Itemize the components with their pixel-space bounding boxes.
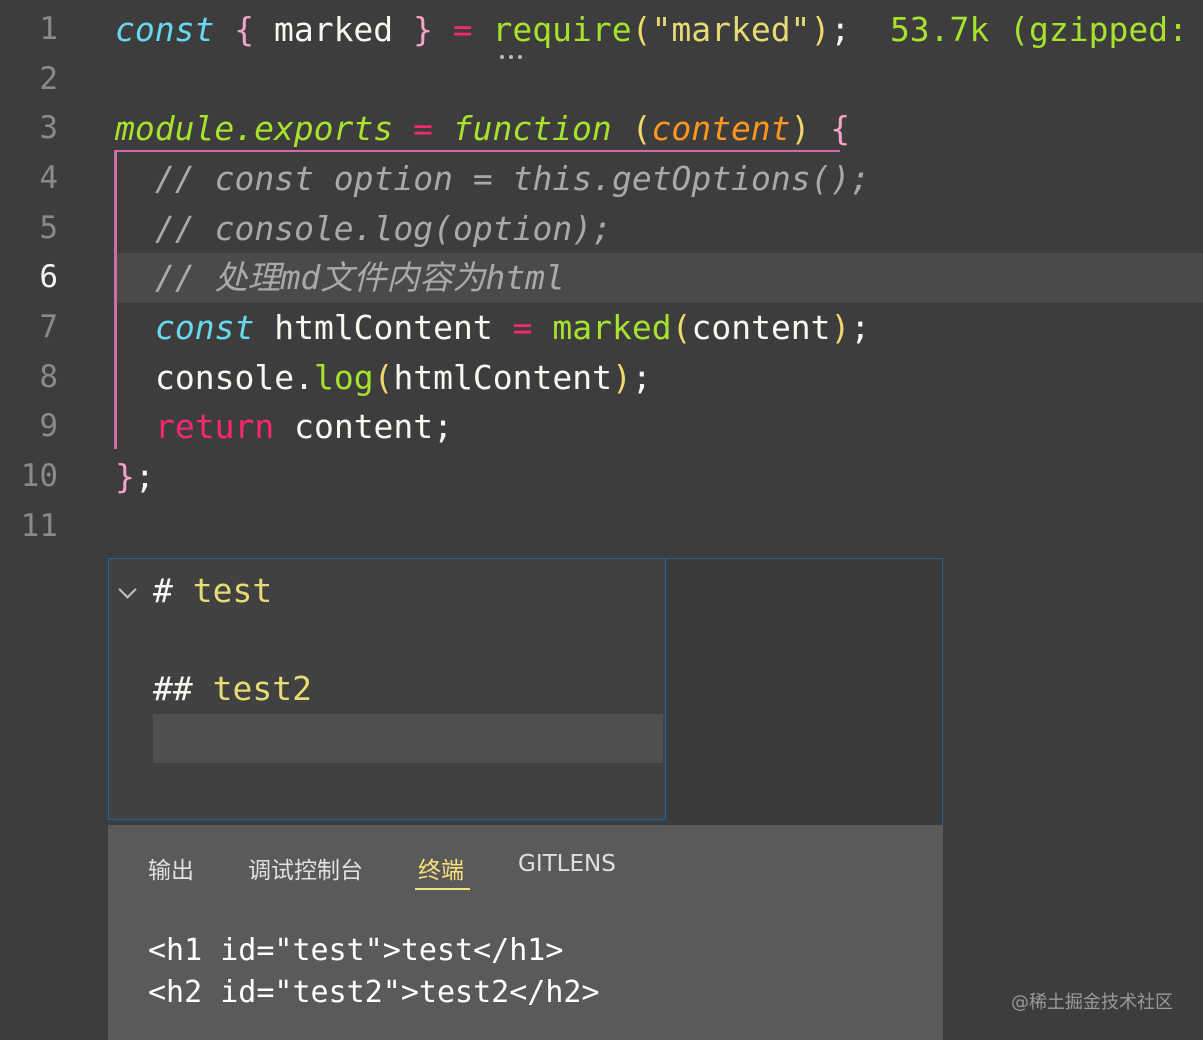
operator-equals: = [512, 308, 553, 347]
return-value: content; [274, 407, 454, 446]
operator-equals: = [393, 109, 453, 148]
method-log: log [313, 358, 374, 397]
markdown-hash: ## [153, 669, 213, 708]
paren-close: ) [790, 109, 811, 148]
line-number: 11 [20, 508, 58, 544]
markdown-current-line[interactable] [153, 714, 663, 763]
code-text: }; [115, 456, 155, 498]
open-brace: { [234, 10, 255, 49]
markdown-hash: # [153, 571, 193, 610]
code-text: const htmlContent = marked(content); [155, 307, 870, 349]
string-marked: "marked" [651, 10, 811, 49]
close-brace: } [413, 10, 433, 49]
line-number: 9 [39, 408, 58, 444]
markdown-h2-line[interactable]: ## test2 [153, 669, 312, 708]
param-content: content [651, 109, 791, 148]
tab-gitlens[interactable]: GITLENS [518, 851, 616, 877]
code-line-7[interactable]: 7 const htmlContent = marked(content); [0, 303, 1203, 353]
code-line-2[interactable]: 2 [0, 55, 1203, 105]
close-brace: } [115, 457, 135, 496]
identifier-htmlcontent: htmlContent [254, 308, 513, 347]
open-brace: { [830, 109, 851, 148]
paren-open: ( [631, 109, 652, 148]
line-number: 8 [39, 359, 58, 395]
terminal-output-line: <h2 id="test2">test2</h2> [148, 975, 600, 1010]
operator-equals: = [432, 10, 493, 49]
terminal-output-line: <h1 id="test">test</h1> [148, 933, 564, 968]
keyword-const: const [115, 10, 215, 49]
arg-htmlcontent: htmlContent [393, 358, 612, 397]
code-line-4[interactable]: 4 // const option = this.getOptions(); [0, 154, 1203, 204]
code-text: const { marked } = require("marked"); 53… [115, 9, 1188, 51]
paren-open: ( [671, 308, 692, 347]
markdown-h2-text: test2 [212, 669, 312, 708]
bottom-panel: 输出 调试控制台 终端 GITLENS <h1 id="test">test</… [108, 825, 943, 1040]
tab-output[interactable]: 输出 [148, 851, 194, 885]
code-line-9[interactable]: 9 return content; [0, 402, 1203, 452]
paren-open: ( [373, 358, 394, 397]
code-text: module.exports = function (content) { [115, 108, 850, 150]
line-number-active: 6 [39, 259, 58, 295]
semicolon: ; [830, 10, 851, 49]
function-marked: marked [552, 308, 672, 347]
semicolon: ; [631, 358, 652, 397]
arg-content: content [691, 308, 831, 347]
identifier-marked: marked [254, 10, 414, 49]
comment-text: // 处理md文件内容为html [155, 258, 565, 297]
semicolon: ; [134, 457, 155, 496]
code-editor[interactable]: 1 const { marked } = require("marked"); … [0, 0, 1203, 555]
chevron-down-icon[interactable] [118, 580, 137, 599]
line-number: 4 [39, 160, 58, 196]
code-line-6[interactable]: 6 // 处理md文件内容为html [0, 253, 1203, 303]
paren-close: ) [830, 308, 851, 347]
code-line-10[interactable]: 10 }; [0, 452, 1203, 502]
paren-open: ( [631, 10, 652, 49]
watermark: @稀土掘金技术社区 [1011, 992, 1173, 1013]
function-require: require [492, 10, 632, 49]
keyword-return: return [155, 407, 275, 446]
paren-close: ) [810, 10, 831, 49]
line-number: 1 [39, 11, 58, 47]
markdown-editor-gutter [664, 558, 943, 827]
active-tab-indicator [415, 888, 470, 890]
line-number: 10 [20, 458, 58, 494]
import-size-hint: 53.7k (gzipped: [889, 10, 1188, 49]
line-number: 5 [39, 210, 58, 246]
line-number: 2 [39, 61, 58, 97]
tab-debug-console[interactable]: 调试控制台 [248, 851, 363, 885]
line-number: 7 [39, 309, 58, 345]
code-text: return content; [155, 406, 453, 448]
comment-text: // const option = this.getOptions(); [155, 159, 871, 198]
semicolon: ; [850, 308, 871, 347]
code-line-5[interactable]: 5 // console.log(option); [0, 204, 1203, 254]
keyword-function: function [452, 109, 612, 148]
markdown-h1-line[interactable]: # test [153, 571, 272, 610]
paren-close: ) [611, 358, 632, 397]
code-line-1[interactable]: 1 const { marked } = require("marked"); … [0, 5, 1203, 59]
object-console: console. [155, 358, 314, 397]
code-line-8[interactable]: 8 console.log(htmlContent); [0, 353, 1203, 403]
markdown-editor[interactable]: # test ## test2 [108, 558, 666, 820]
code-text: console.log(htmlContent); [155, 357, 652, 399]
code-line-3[interactable]: 3 module.exports = function (content) { [0, 104, 1203, 154]
comment-text: // console.log(option); [155, 209, 612, 248]
tab-terminal[interactable]: 终端 [418, 851, 464, 885]
code-line-11[interactable]: 11 [0, 502, 1203, 552]
line-number: 3 [39, 110, 58, 146]
markdown-h1-text: test [192, 571, 273, 610]
keyword-const: const [155, 308, 255, 347]
module-exports: module.exports [115, 109, 394, 148]
